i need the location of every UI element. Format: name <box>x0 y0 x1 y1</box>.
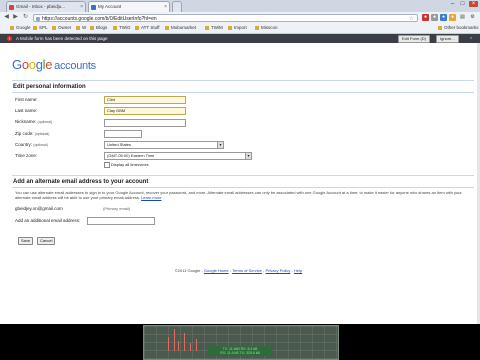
graph-spike <box>168 337 169 351</box>
maximize-icon[interactable]: □ <box>458 1 467 7</box>
nickname-field[interactable] <box>104 119 186 127</box>
cancel-button[interactable]: Cancel <box>37 237 56 245</box>
extension-icon[interactable]: ● <box>440 14 447 21</box>
bookmark-item[interactable]: Google <box>10 25 31 30</box>
zip-field[interactable] <box>104 130 142 138</box>
infobar-ignore-button[interactable]: Ignore... <box>436 35 459 43</box>
divider <box>12 92 474 93</box>
bookmark-item[interactable]: Mobomarket <box>165 25 196 30</box>
section-title-edit: Edit personal information <box>13 84 86 90</box>
bookmark-item[interactable]: TWiG <box>113 25 131 30</box>
tab-strip: Gmail - Inbox - pbeidju... × My Account … <box>0 0 480 12</box>
footer-link-privacy[interactable]: Privacy Policy <box>265 268 290 273</box>
display-all-timezones-label: Display all timezones <box>111 162 149 167</box>
warning-icon: ! <box>7 36 12 41</box>
first-name-label: First name: <box>15 97 38 102</box>
chevron-down-icon: ▾ <box>245 153 251 159</box>
close-window-icon[interactable]: × <box>469 1 478 7</box>
tab-gmail-label: Gmail - Inbox - pbeidju... <box>16 4 66 9</box>
primary-email-label: (Primary email) <box>103 206 131 211</box>
last-name-label: Last name: <box>15 108 38 113</box>
infobar-edit-button[interactable]: Edit Form (D) <box>398 35 430 43</box>
infobar: ! A Mobile form has been detected on thi… <box>0 34 480 43</box>
bookmark-item[interactable]: ATT Stuff <box>135 25 160 30</box>
email-description: You can use alternate email addresses to… <box>15 190 462 200</box>
zip-label: Zip code: (optional) <box>15 131 50 136</box>
extension-icon[interactable]: ● <box>422 14 429 21</box>
page-menu-icon[interactable]: ▤ <box>459 14 466 21</box>
forward-icon[interactable]: ▶ <box>12 14 19 21</box>
bookmark-item[interactable]: Owner <box>52 25 71 30</box>
display-all-timezones-checkbox[interactable] <box>104 162 110 168</box>
bookmark-star-icon[interactable]: ☆ <box>409 15 414 23</box>
new-tab-button[interactable] <box>172 1 182 12</box>
minimize-icon[interactable]: – <box>448 1 457 7</box>
back-icon[interactable]: ◀ <box>3 14 10 21</box>
save-button[interactable]: Save <box>18 237 34 245</box>
page-content: Google accounts Edit personal information… <box>0 43 477 324</box>
reload-icon[interactable]: ↻ <box>22 14 29 21</box>
google-icon <box>91 5 96 10</box>
address-bar[interactable]: https://accounts.google.com/b/0/EditUser… <box>33 14 418 22</box>
bookmark-item[interactable]: Blogs <box>90 25 107 30</box>
bookmarks-bar: Google SPL Owner W Blogs TWiG ATT Stuff … <box>0 24 480 34</box>
add-email-label: Add an additional email address: <box>15 218 81 223</box>
gmail-icon <box>9 5 14 10</box>
timezone-select[interactable]: (GMT-05:00) Eastern Time ▾ <box>104 152 252 160</box>
learn-more-link[interactable]: Learn more <box>141 195 161 200</box>
add-email-field[interactable] <box>87 217 155 225</box>
address-text: https://accounts.google.com/b/0/EditUser… <box>42 16 157 22</box>
footer-link-google-home[interactable]: Google Home <box>204 268 229 273</box>
graph-spike <box>174 329 175 351</box>
network-monitor-widget: TX: 11.4kB RX: 8.4 kB RX: 11.6 kB TX: 32… <box>143 325 339 360</box>
close-icon[interactable]: × <box>164 4 167 10</box>
extension-icon[interactable]: ● <box>449 14 456 21</box>
section-title-email: Add an alternate email address to your a… <box>13 179 149 185</box>
footer-link-help[interactable]: Help <box>294 268 302 273</box>
tab-my-account-label: My Account <box>98 4 122 9</box>
chevron-down-icon: ▾ <box>217 142 223 148</box>
tab-gmail[interactable]: Gmail - Inbox - pbeidju... × <box>6 1 86 12</box>
graph-spike <box>178 341 179 351</box>
country-select[interactable]: United States ▾ <box>104 141 224 149</box>
nickname-label: Nickname: (optional) <box>15 119 53 124</box>
lock-icon <box>36 17 40 21</box>
bookmark-item[interactable]: TWiM <box>205 25 223 30</box>
wrench-icon[interactable]: ⚙ <box>469 14 476 21</box>
divider <box>12 80 474 81</box>
timezone-label: Time zone: <box>15 153 38 158</box>
divider <box>12 175 474 176</box>
tab-my-account[interactable]: My Account × <box>88 1 170 12</box>
footer-link-terms[interactable]: Terms of Service <box>232 268 262 273</box>
graph-spike <box>190 343 191 351</box>
bookmark-item[interactable]: SPL <box>33 25 48 30</box>
google-accounts-logo: Google accounts <box>12 57 96 72</box>
bookmark-item[interactable]: Import <box>228 25 247 30</box>
current-email: gbeidjey.on@gmail.com <box>15 206 63 211</box>
accounts-wordmark: accounts <box>54 60 96 72</box>
graph-spike <box>196 339 197 351</box>
country-label: Country: (optional) <box>15 142 48 147</box>
other-bookmarks[interactable]: Other bookmarks <box>438 25 479 30</box>
extension-icon[interactable]: ● <box>431 14 438 21</box>
close-icon[interactable]: × <box>80 4 83 10</box>
footer: ©2011 Google - Google Home - Terms of Se… <box>174 268 303 273</box>
close-icon[interactable]: × <box>467 35 475 41</box>
bookmark-item[interactable]: Misscon <box>255 25 278 30</box>
first-name-field[interactable]: Clint <box>104 96 186 104</box>
graph-spike <box>184 333 185 351</box>
bookmark-item[interactable]: W <box>76 25 86 30</box>
divider <box>12 187 474 188</box>
last-name-field[interactable]: Clay GBM <box>104 107 186 115</box>
network-readout: TX: 11.4kB RX: 8.4 kB RX: 11.6 kB TX: 32… <box>208 346 272 356</box>
infobar-message: A Mobile form has been detected on this … <box>16 36 108 41</box>
